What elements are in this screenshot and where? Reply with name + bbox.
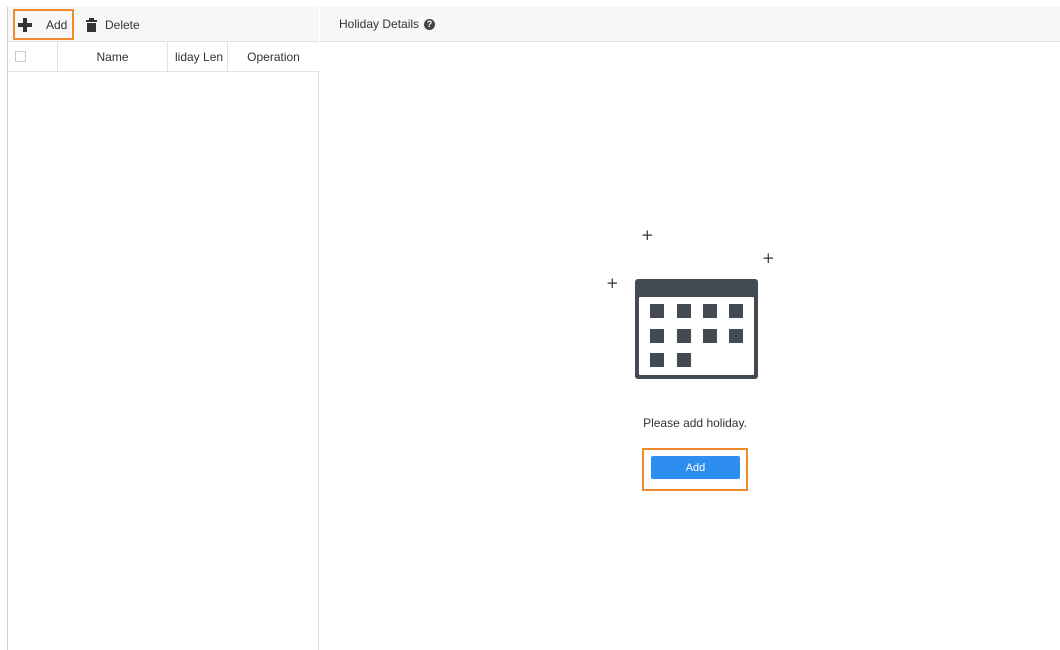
sparkle-plus-icon: + <box>762 249 775 267</box>
add-label: Add <box>46 17 68 32</box>
holiday-list-panel: Add Delete Name liday Len Operation <box>7 7 319 650</box>
operation-column-header: Operation <box>247 49 300 64</box>
select-all-checkbox[interactable] <box>15 51 26 62</box>
holiday-length-column-header[interactable]: liday Len <box>168 42 228 71</box>
table-header: Name liday Len Operation <box>8 42 319 72</box>
trash-icon <box>86 17 97 32</box>
sparkle-plus-icon: + <box>641 226 654 244</box>
question-circle-icon[interactable]: ? <box>424 18 436 30</box>
empty-state-message: Please add holiday. <box>643 416 747 430</box>
calendar-icon <box>635 279 758 379</box>
delete-label: Delete <box>105 17 140 32</box>
details-title: Holiday Details <box>339 17 420 31</box>
select-all-column <box>8 42 58 71</box>
plus-icon <box>18 17 32 32</box>
name-column-header[interactable]: Name <box>58 42 168 71</box>
list-toolbar: Add Delete <box>8 7 319 42</box>
holiday-details-header: Holiday Details ? <box>320 7 1060 42</box>
delete-holiday-button[interactable]: Delete <box>86 7 140 42</box>
sparkle-plus-icon: + <box>606 274 619 292</box>
add-holiday-toolbar-button[interactable]: Add <box>13 9 74 40</box>
add-holiday-button[interactable]: Add <box>651 456 740 479</box>
